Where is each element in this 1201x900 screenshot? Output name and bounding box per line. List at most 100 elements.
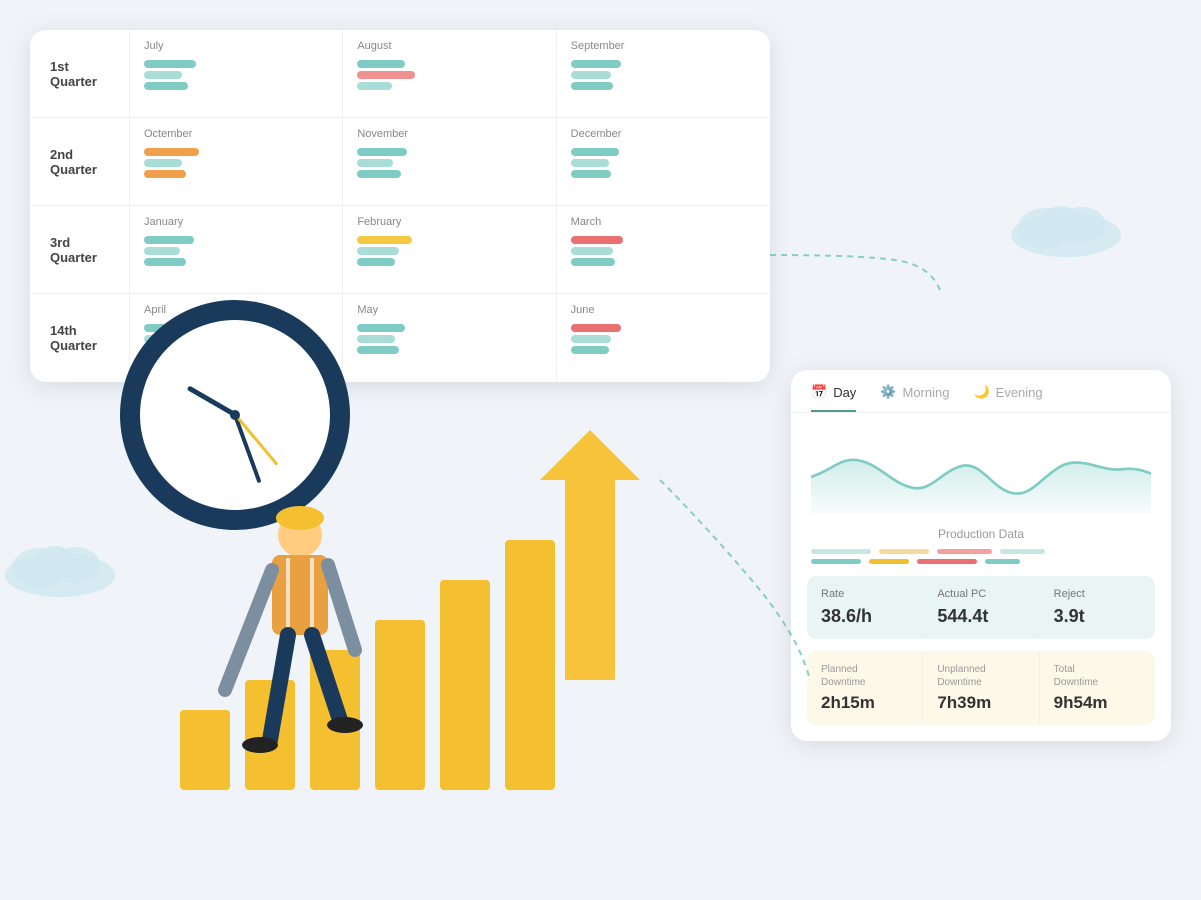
legend-row-1 xyxy=(811,549,1151,554)
month-name-july: July xyxy=(144,40,328,52)
bar-chart-1 xyxy=(180,710,230,790)
production-card: 📅 Day ⚙️ Morning 🌙 Evening Produ xyxy=(791,370,1171,741)
stat-actual-pc-label: Actual PC xyxy=(937,588,1024,600)
bar xyxy=(357,236,412,244)
bar xyxy=(571,159,609,167)
stat-reject: Reject 3.9t xyxy=(1040,576,1155,639)
bar xyxy=(571,324,621,332)
legend-bar-1c xyxy=(937,549,992,554)
bar xyxy=(144,236,194,244)
bar xyxy=(571,258,615,266)
stat-rate-label: Rate xyxy=(821,588,908,600)
month-cell-may: May xyxy=(343,294,556,382)
month-name-august: August xyxy=(357,40,541,52)
month-cell-august: August xyxy=(343,30,556,117)
quarter-row-3: 3rdQuarter January February March xyxy=(30,206,770,294)
tab-morning[interactable]: ⚙️ Morning xyxy=(880,384,949,412)
bar xyxy=(144,159,182,167)
clock-center-dot xyxy=(230,410,240,420)
tab-day-label: Day xyxy=(833,385,856,400)
stat-actual-pc-value: 544.4t xyxy=(937,606,1024,627)
worker-vest xyxy=(272,555,328,635)
month-name-october: Octember xyxy=(144,128,328,140)
production-chart-title: Production Data xyxy=(791,527,1171,541)
bar xyxy=(571,170,611,178)
quarter-label-2: 2ndQuarter xyxy=(30,118,130,205)
downtime-planned: PlannedDowntime 2h15m xyxy=(807,651,922,725)
legend-bar-1b xyxy=(879,549,929,554)
cloud-right xyxy=(1001,190,1131,265)
month-cell-october: Octember xyxy=(130,118,343,205)
legend-bar-1d xyxy=(1000,549,1045,554)
bar xyxy=(357,324,405,332)
quarter-label-1: 1stQuarter xyxy=(30,30,130,117)
stat-reject-label: Reject xyxy=(1054,588,1141,600)
production-chart xyxy=(791,413,1171,523)
legend-row-2 xyxy=(811,559,1151,564)
downtime-total-label: TotalDowntime xyxy=(1054,663,1141,689)
bar xyxy=(571,60,621,68)
bar-chart-4 xyxy=(375,620,425,790)
bar xyxy=(571,148,619,156)
bar xyxy=(357,60,405,68)
bar xyxy=(357,170,401,178)
legend-bar-1a xyxy=(811,549,871,554)
bar xyxy=(357,159,393,167)
downtime-total: TotalDowntime 9h54m xyxy=(1040,651,1155,725)
bar xyxy=(357,82,392,90)
bar xyxy=(144,258,186,266)
month-cell-september: September xyxy=(557,30,770,117)
cloud-left-svg xyxy=(0,530,130,600)
chart-svg xyxy=(811,429,1151,514)
bar xyxy=(357,148,407,156)
stat-reject-value: 3.9t xyxy=(1054,606,1141,627)
month-cell-june: June xyxy=(557,294,770,382)
month-name-june: June xyxy=(571,304,756,316)
bar xyxy=(571,247,613,255)
worker-shoe-right xyxy=(327,717,363,733)
month-name-september: September xyxy=(571,40,756,52)
month-cell-july: July xyxy=(130,30,343,117)
stat-rate-value: 38.6/h xyxy=(821,606,908,627)
legend-bar-2b xyxy=(869,559,909,564)
calendar-icon: 📅 xyxy=(811,384,827,400)
tab-evening[interactable]: 🌙 Evening xyxy=(973,384,1042,412)
downtime-total-value: 9h54m xyxy=(1054,693,1141,713)
month-cell-february: February xyxy=(343,206,556,293)
bar xyxy=(357,258,395,266)
bar xyxy=(144,170,186,178)
bar xyxy=(144,71,182,79)
bar-chart-6 xyxy=(505,540,555,790)
gear-icon: ⚙️ xyxy=(880,384,896,400)
bar xyxy=(357,71,415,79)
quarter-row-1: 1stQuarter July August September xyxy=(30,30,770,118)
downtime-grid: PlannedDowntime 2h15m UnplannedDowntime … xyxy=(807,651,1155,725)
bar xyxy=(571,346,609,354)
tab-evening-label: Evening xyxy=(996,385,1043,400)
downtime-unplanned-label: UnplannedDowntime xyxy=(937,663,1024,689)
bar xyxy=(571,82,613,90)
cloud-right-svg xyxy=(1001,190,1131,260)
month-cell-january: January xyxy=(130,206,343,293)
bar xyxy=(144,82,188,90)
illustration-area xyxy=(60,380,760,800)
stat-actual-pc: Actual PC 544.4t xyxy=(923,576,1038,639)
dashed-line-1 xyxy=(770,255,940,290)
worker-shoe-left xyxy=(242,737,278,753)
month-cell-march: March xyxy=(557,206,770,293)
bar xyxy=(144,60,196,68)
downtime-planned-label: PlannedDowntime xyxy=(821,663,908,689)
downtime-unplanned-value: 7h39m xyxy=(937,693,1024,713)
month-name-january: January xyxy=(144,216,328,228)
bar xyxy=(571,335,611,343)
month-name-march: March xyxy=(571,216,756,228)
legend-bar-2c xyxy=(917,559,977,564)
quarter-row-2: 2ndQuarter Octember November December xyxy=(30,118,770,206)
tab-morning-label: Morning xyxy=(903,385,950,400)
worker-helmet xyxy=(276,506,324,530)
bar xyxy=(144,247,180,255)
month-name-february: February xyxy=(357,216,541,228)
tab-day[interactable]: 📅 Day xyxy=(811,384,856,412)
stat-rate: Rate 38.6/h xyxy=(807,576,922,639)
downtime-unplanned: UnplannedDowntime 7h39m xyxy=(923,651,1038,725)
